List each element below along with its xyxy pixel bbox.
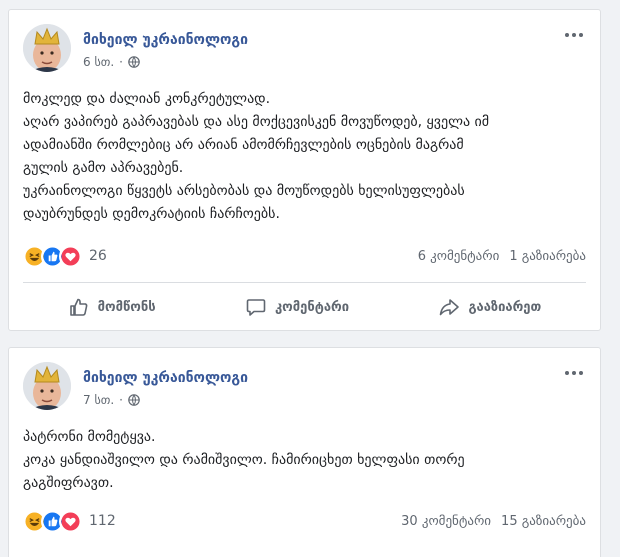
reaction-count: 26 [89, 248, 107, 264]
love-reaction-icon [59, 244, 82, 268]
post-body: მოკლედ და ძალიან კონკრეტულად. აღარ ვაპირ… [23, 88, 586, 226]
post-text-line: მოკლედ და ძალიან კონკრეტულად. [23, 91, 271, 107]
author-name[interactable]: მიხეილ უკრაინოლოგი [83, 370, 248, 386]
more-icon[interactable] [562, 28, 586, 42]
avatar[interactable] [23, 362, 71, 410]
reactions[interactable]: 26 [23, 244, 107, 268]
avatar-image [23, 362, 71, 410]
post-text-line: პატრონი მომეტყვა. [23, 429, 156, 445]
shares-count[interactable]: 1 გაზიარება [509, 249, 586, 264]
post-text-line: გაგშიფრავთ. [23, 475, 114, 491]
avatar-image [23, 24, 71, 72]
post-text-line: უკრაინოლოგი წყვეტს არსებობას და მოუწოდებ… [23, 183, 465, 199]
globe-icon [128, 56, 140, 68]
post-text-line: კოკა ყანდიაშვილო და რამიშვილო. ჩამირიცხე… [23, 452, 465, 468]
avatar[interactable] [23, 24, 71, 72]
post-text-line: აღარ ვაპირებ გაპრავებას და ასე მოქცევისკ… [23, 114, 490, 130]
author-name[interactable]: მიხეილ უკრაინოლოგი [83, 32, 248, 48]
comment-icon [246, 299, 266, 316]
post-meta: 7 სთ. · [83, 393, 140, 407]
post-text-line: დაუბრუნდეს დემოკრატიის ჩარჩოებს. [23, 206, 280, 222]
reaction-count: 112 [89, 513, 116, 529]
post-body: პატრონი მომეტყვა. კოკა ყანდიაშვილო და რა… [23, 426, 586, 495]
share-label: გააზიარეთ [468, 299, 542, 315]
comments-count[interactable]: 30 კომენტარი [401, 514, 491, 529]
share-icon [440, 299, 460, 316]
comments-count[interactable]: 6 კომენტარი [418, 249, 500, 264]
action-bar: მომწონს კომენტარი გააზიარეთ [23, 290, 586, 324]
post-text-line: გულის გამო აპრავებენ. [23, 160, 184, 176]
reactions[interactable]: 112 [23, 509, 116, 533]
timestamp[interactable]: 6 სთ. [83, 55, 114, 69]
separator-dot: · [119, 393, 123, 407]
post: მიხეილ უკრაინოლოგი 7 სთ. · პატრონი მომეტ… [8, 347, 601, 557]
post-stats: 112 30 კომენტარი 15 გაზიარება [23, 509, 586, 533]
like-button[interactable]: მომწონს [48, 290, 176, 324]
share-button[interactable]: გააზიარეთ [418, 290, 561, 324]
post-text-line: ადამიანში რომლებიც არ არიან ამომრჩევლები… [23, 137, 464, 153]
post-stats: 26 6 კომენტარი 1 გაზიარება [23, 244, 586, 268]
comment-button[interactable]: კომენტარი [225, 290, 369, 324]
comment-label: კომენტარი [274, 299, 350, 315]
like-label: მომწონს [97, 299, 156, 315]
separator-dot: · [119, 55, 123, 69]
like-icon [69, 298, 88, 316]
post: მიხეილ უკრაინოლოგი 6 სთ. · მოკლედ და ძალ… [8, 9, 601, 331]
post-meta: 6 სთ. · [83, 55, 140, 69]
globe-icon [128, 394, 140, 406]
shares-count[interactable]: 15 გაზიარება [501, 514, 586, 529]
love-reaction-icon [59, 509, 82, 533]
timestamp[interactable]: 7 სთ. [83, 393, 114, 407]
divider [23, 282, 586, 283]
more-icon[interactable] [562, 366, 586, 380]
